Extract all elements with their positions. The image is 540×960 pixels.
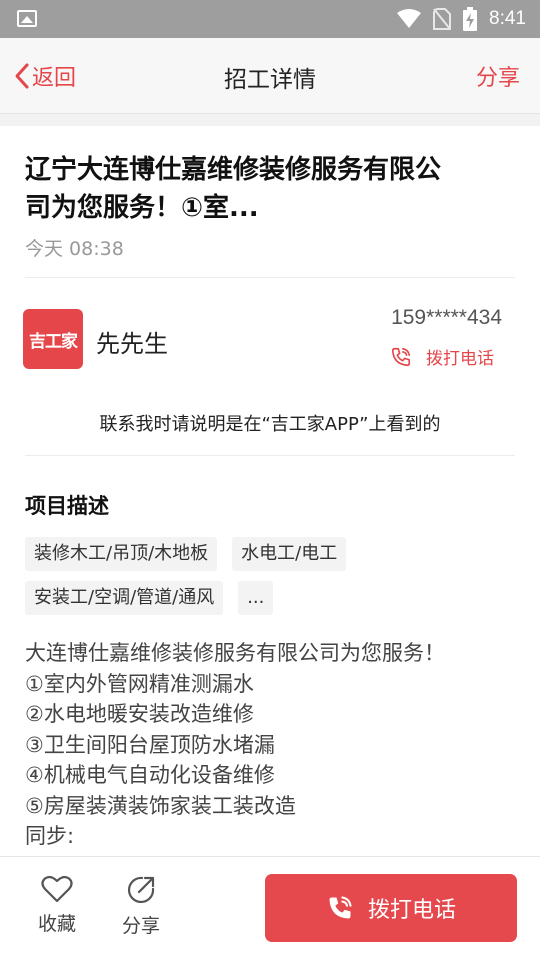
call-link-label: 拨打电话 [426,349,494,369]
description-line: 同步: [25,824,75,848]
description-line: ②水电地暖安装改造维修 [25,702,254,726]
contact-name: 先先生 [96,330,168,358]
favorite-button[interactable]: 收藏 [27,875,87,936]
divider [25,455,515,456]
page-title: 招工详情 [224,67,316,93]
share-bottom-button[interactable]: 分享 [111,875,171,938]
share-bottom-label: 分享 [121,915,160,937]
more-tags-button[interactable]: ... [238,581,274,615]
no-sim-icon [433,8,452,30]
heart-icon [41,875,73,903]
description-line: 大连博仕嘉维修装修服务有限公司为您服务！ [25,641,445,665]
gallery-icon [17,10,37,27]
phone-icon [391,347,411,366]
phone-icon [329,896,352,919]
description-line: ⑤房屋装潢装饰家装工装改造 [25,793,296,818]
divider [25,277,515,278]
job-title-line: 司为您服务！①室... [25,193,259,223]
call-button-label: 拨打电话 [367,898,456,923]
skill-tag: 装修木工/吊顶/木地板 [25,537,218,571]
status-bar: 8:41 [0,0,540,38]
description-line: ③卫生间阳台屋顶防水堵漏 [25,732,275,757]
skill-tag: 安装工/空调/管道/通风 [25,581,224,615]
wifi-icon [397,9,422,28]
call-button[interactable]: 拨打电话 [265,874,517,942]
favorite-label: 收藏 [37,913,76,935]
phone-number: 159*****434 [391,306,502,329]
company-logo: 吉工家 [23,309,83,369]
job-title-line: 辽宁大连博仕嘉维修装修服务有限公 [25,155,442,185]
battery-charging-icon [463,7,478,31]
status-icons: 8:41 [397,0,526,38]
call-link[interactable]: 拨打电话 [390,344,494,369]
clock: 8:41 [489,8,526,29]
job-title: 辽宁大连博仕嘉维修装修服务有限公 司为您服务！①室... [25,151,525,227]
share-icon [127,876,155,904]
job-detail-card: 辽宁大连博仕嘉维修装修服务有限公 司为您服务！①室... 今天 08:38 吉工… [0,126,540,856]
contact-notice: 联系我时请说明是在“吉工家APP”上看到的 [99,414,441,435]
section-title-project: 项目描述 [25,494,109,518]
description-line: ①室内外管网精准测漏水 [25,671,254,696]
bottom-action-bar: 收藏 分享 拨打电话 [0,856,540,960]
posted-time: 今天 08:38 [25,238,124,260]
share-button[interactable]: 分享 [476,60,520,92]
nav-bar: 返回 招工详情 分享 [0,38,540,114]
description-line: ④机械电气自动化设备维修 [25,763,275,787]
skill-tags: 装修木工/吊顶/木地板 水电工/电工 安装工/空调/管道/通风 ... [25,537,495,615]
skill-tag: 水电工/电工 [232,537,347,571]
project-description: 大连博仕嘉维修装修服务有限公司为您服务！ ①室内外管网精准测漏水 ②水电地暖安装… [25,638,520,852]
